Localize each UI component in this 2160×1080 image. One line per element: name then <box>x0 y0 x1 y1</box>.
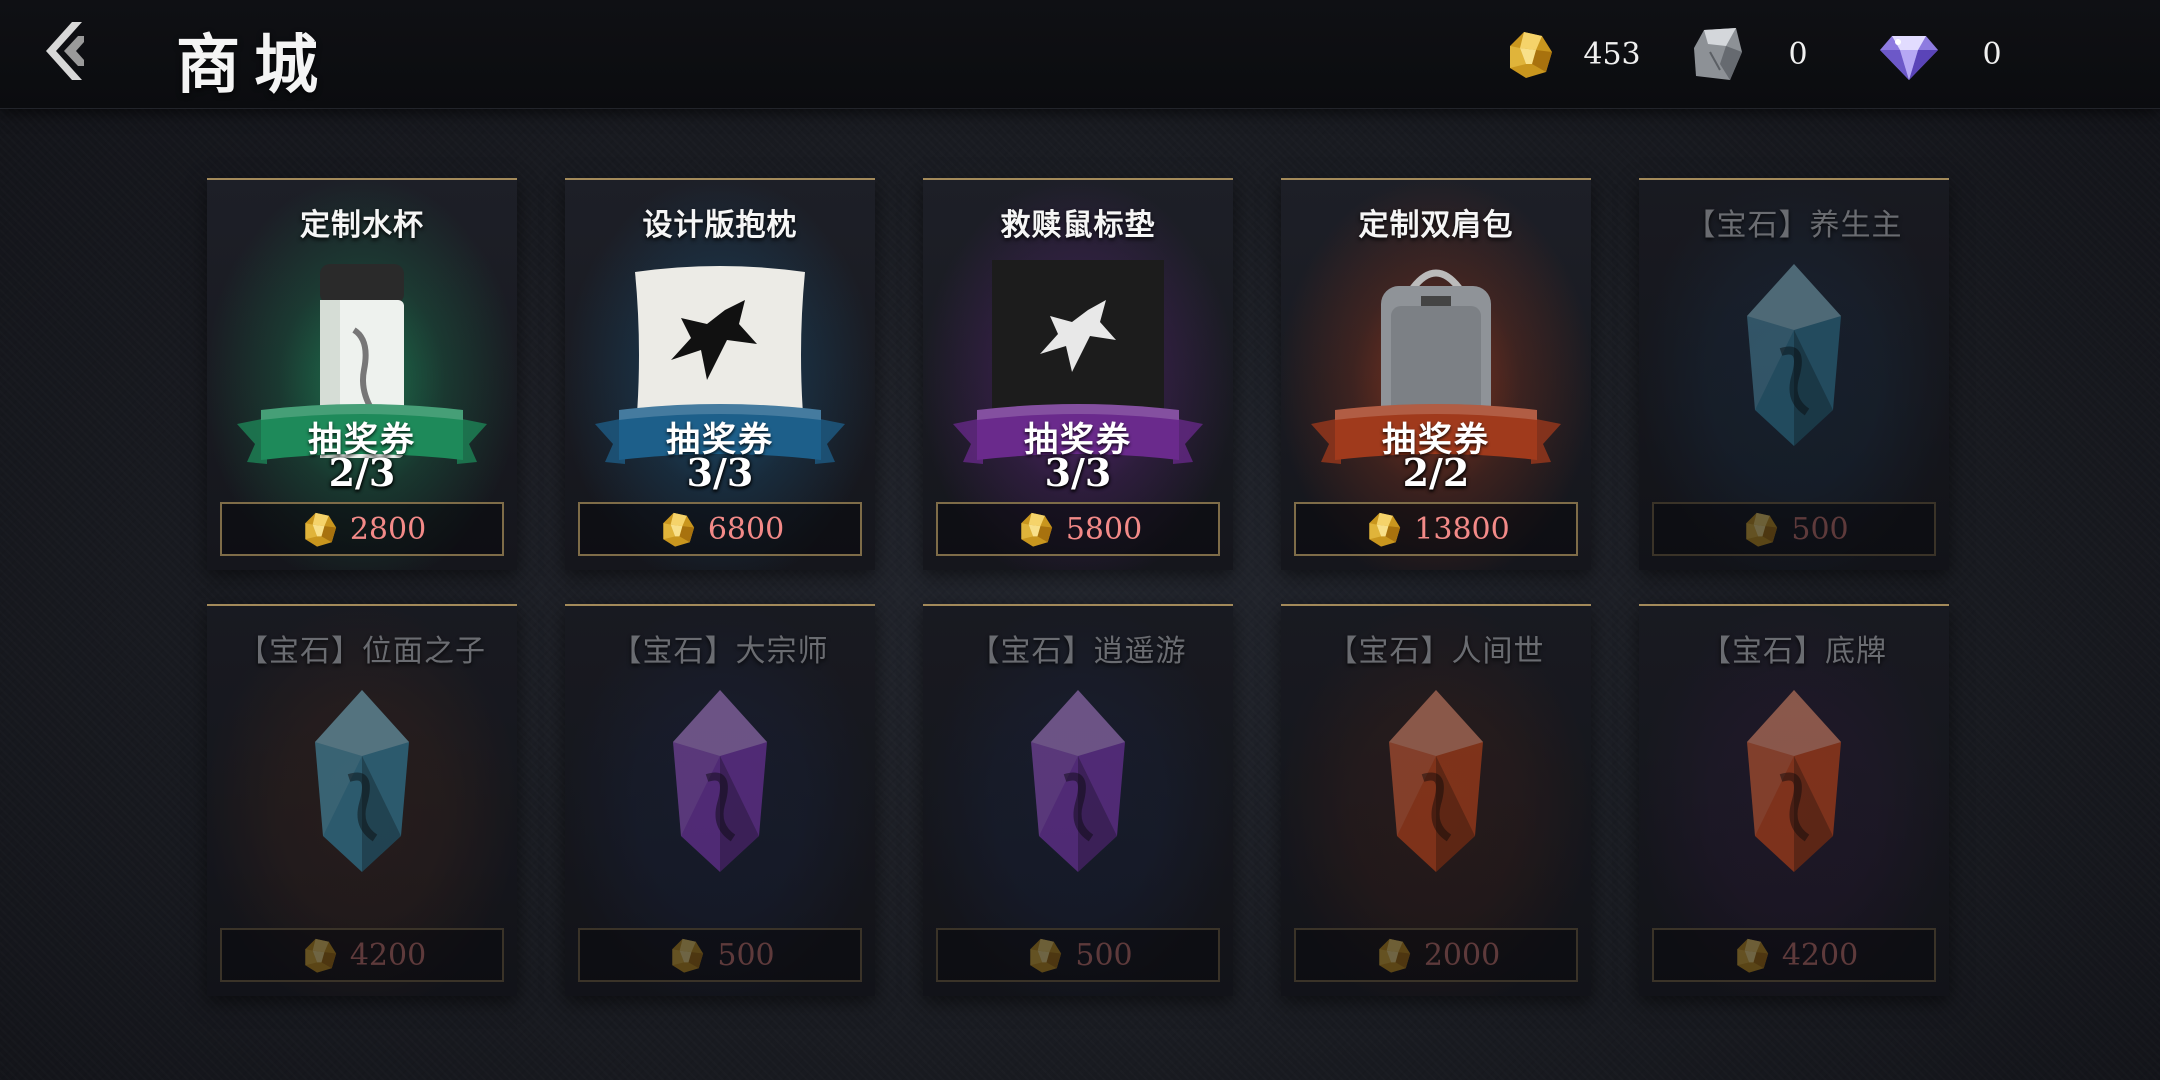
item-title: 【宝石】大宗师 <box>611 634 829 669</box>
gold-nugget-icon <box>663 512 694 547</box>
shop-item-card[interactable]: 【宝石】位面之子 4200 <box>207 604 517 996</box>
gold-count: 453 <box>1583 36 1641 72</box>
gold-nugget-icon <box>1030 938 1062 973</box>
page-title: 商城 <box>176 28 332 103</box>
item-title: 定制双肩包 <box>1358 208 1514 243</box>
shop-item-card[interactable]: 设计版抱枕 抽奖券 3/3 6800 <box>565 178 875 570</box>
gem-icon <box>315 690 409 872</box>
shop-item-card[interactable]: 【宝石】底牌 4200 <box>1639 604 1949 996</box>
currency-diamond: 0 <box>1878 24 2022 84</box>
silver-count: 0 <box>1788 36 1808 72</box>
gold-nugget-icon <box>305 512 336 547</box>
shop-item-card[interactable]: 救赎鼠标垫 抽奖券 3/3 5800 <box>923 178 1233 570</box>
diamond-icon <box>1880 36 1938 80</box>
stock-count: 2/3 <box>328 450 396 495</box>
price-value: 500 <box>717 937 775 973</box>
shop-item-card[interactable]: 定制水杯 抽奖券 2/3 2800 <box>207 178 517 570</box>
back-button[interactable] <box>38 16 98 86</box>
price-value: 2000 <box>1423 937 1501 973</box>
item-title: 【宝石】底牌 <box>1701 634 1887 669</box>
currency-silver: 0 <box>1690 24 1828 84</box>
item-title: 【宝石】人间世 <box>1327 634 1545 669</box>
price-value: 5800 <box>1065 511 1143 547</box>
buy-price-button[interactable]: 4200 <box>220 928 504 982</box>
buy-price-button[interactable]: 2800 <box>220 502 504 556</box>
item-title: 【宝石】逍遥游 <box>969 634 1187 669</box>
buy-price-button[interactable]: 2000 <box>1294 928 1578 982</box>
price-value: 500 <box>1791 511 1849 547</box>
item-title: 救赎鼠标垫 <box>1000 208 1156 243</box>
shop-item-card[interactable]: 【宝石】养生主 500 <box>1639 178 1949 570</box>
gem-icon <box>673 690 767 872</box>
price-value: 4200 <box>349 937 427 973</box>
diamond-count: 0 <box>1982 36 2002 72</box>
item-image <box>207 686 517 886</box>
chevron-left-icon <box>46 22 84 80</box>
buy-price-button[interactable]: 6800 <box>578 502 862 556</box>
item-image <box>1281 686 1591 886</box>
silver-stone-icon <box>1694 28 1742 80</box>
item-image <box>1639 686 1949 886</box>
price-value: 500 <box>1075 937 1133 973</box>
item-image <box>1639 260 1949 460</box>
gold-nugget-icon <box>1379 938 1410 973</box>
item-title: 定制水杯 <box>300 208 424 243</box>
price-value: 2800 <box>349 511 427 547</box>
gold-nugget-icon <box>1021 512 1052 547</box>
shop-item-card[interactable]: 【宝石】人间世 2000 <box>1281 604 1591 996</box>
price-value: 6800 <box>707 511 785 547</box>
item-image <box>923 686 1233 886</box>
item-image <box>565 686 875 886</box>
buy-price-button[interactable]: 500 <box>578 928 862 982</box>
gold-nugget-icon <box>305 938 336 973</box>
gem-icon <box>1031 690 1125 872</box>
gem-icon <box>1389 690 1483 872</box>
buy-price-button[interactable]: 4200 <box>1652 928 1936 982</box>
item-title: 设计版抱枕 <box>642 208 798 243</box>
gold-nugget-icon <box>1369 512 1401 547</box>
stock-count: 2/2 <box>1402 450 1470 495</box>
gold-nugget-icon <box>1746 512 1778 547</box>
stock-count: 3/3 <box>1044 450 1112 495</box>
gem-icon <box>1747 690 1841 872</box>
gold-nugget-icon <box>1510 32 1552 78</box>
shop-item-card[interactable]: 【宝石】大宗师 500 <box>565 604 875 996</box>
shop-item-card[interactable]: 定制双肩包 抽奖券 2/2 13800 <box>1281 178 1591 570</box>
price-value: 4200 <box>1781 937 1859 973</box>
buy-price-button[interactable]: 5800 <box>936 502 1220 556</box>
price-value: 13800 <box>1414 511 1510 547</box>
gold-nugget-icon <box>1737 938 1768 973</box>
buy-price-button[interactable]: 500 <box>1652 502 1936 556</box>
item-title: 【宝石】位面之子 <box>238 634 486 669</box>
buy-price-button[interactable]: 13800 <box>1294 502 1578 556</box>
top-bar: 商城 453 0 0 <box>0 0 2160 109</box>
buy-price-button[interactable]: 500 <box>936 928 1220 982</box>
item-title: 【宝石】养生主 <box>1685 208 1903 243</box>
gold-nugget-icon <box>672 938 704 973</box>
shop-item-card[interactable]: 【宝石】逍遥游 500 <box>923 604 1233 996</box>
gem-icon <box>1747 264 1841 446</box>
stock-count: 3/3 <box>686 450 754 495</box>
currency-gold: 453 <box>1500 24 1642 84</box>
